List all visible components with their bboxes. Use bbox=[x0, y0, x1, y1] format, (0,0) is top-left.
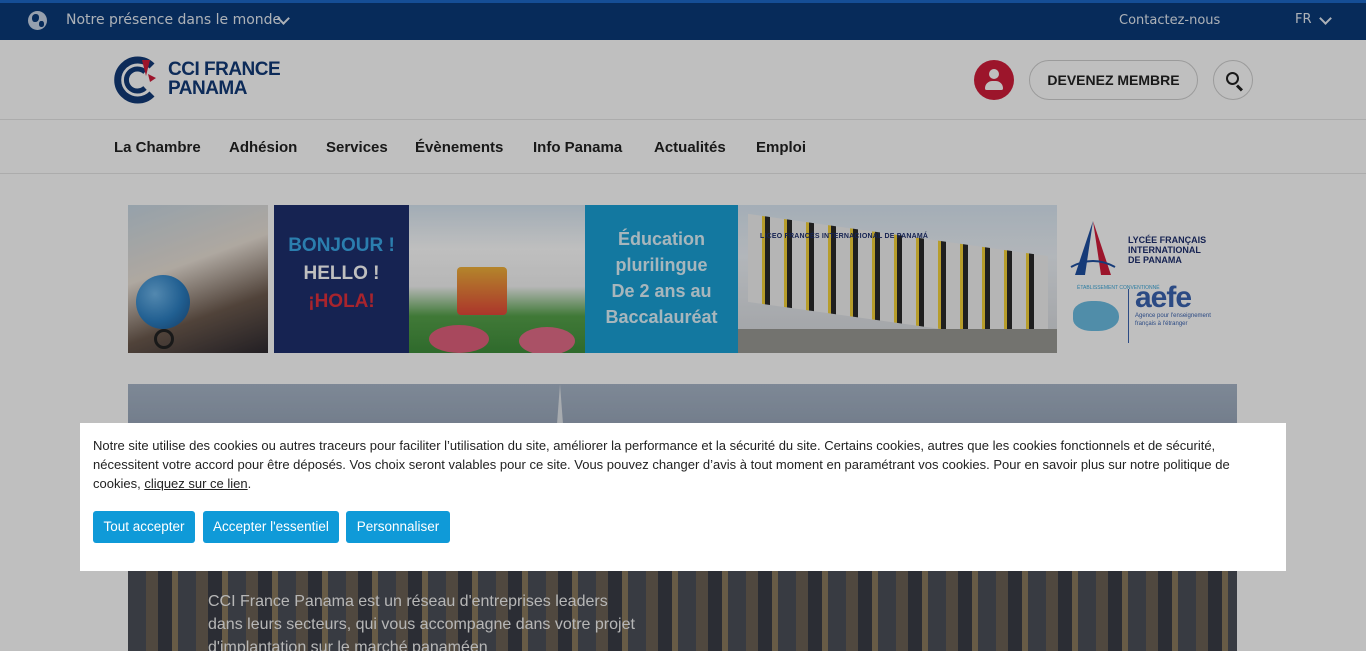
cookie-message-text: Notre site utilise des cookies ou autres… bbox=[93, 438, 1230, 491]
accept-all-button[interactable]: Tout accepter bbox=[93, 511, 195, 543]
accept-essential-button[interactable]: Accepter l'essentiel bbox=[203, 511, 339, 543]
cookie-consent-dialog: Notre site utilise des cookies ou autres… bbox=[80, 423, 1286, 571]
cookie-message-end: . bbox=[247, 476, 252, 491]
customize-button[interactable]: Personnaliser bbox=[346, 511, 450, 543]
cookie-policy-link[interactable]: cliquez sur ce lien bbox=[144, 476, 247, 491]
cookie-message: Notre site utilise des cookies ou autres… bbox=[93, 436, 1278, 493]
